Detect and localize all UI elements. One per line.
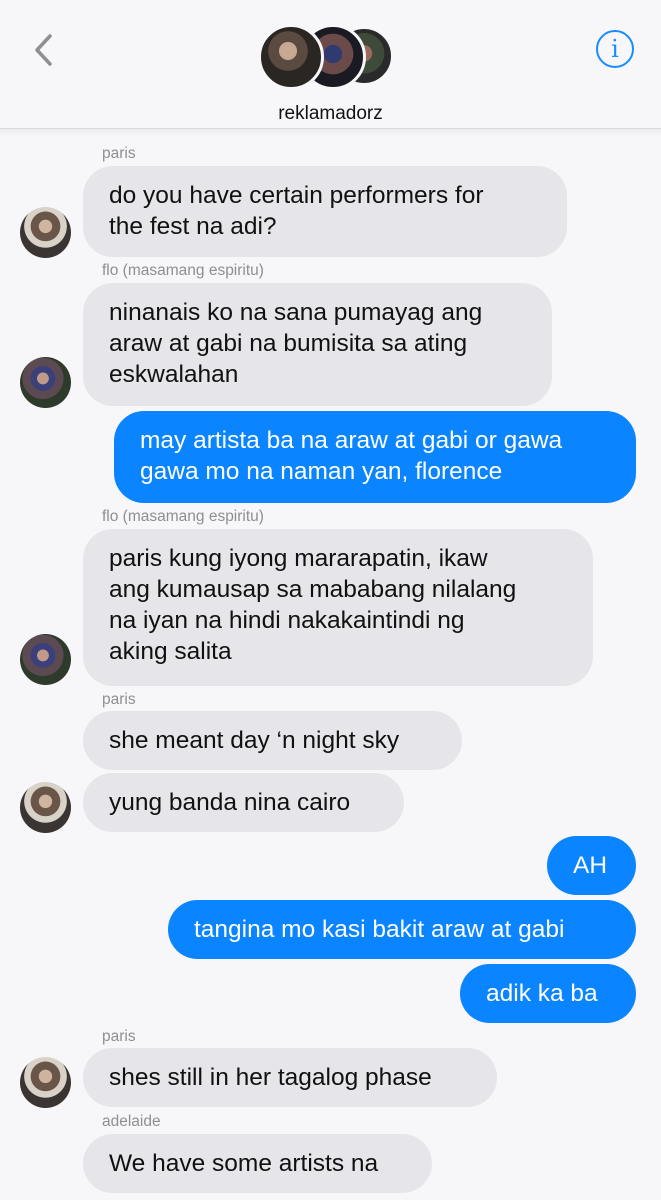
avatar[interactable] xyxy=(20,1057,71,1108)
message-text: We have some artists na xyxy=(109,1150,379,1177)
message-text: the fest na adi? xyxy=(109,213,277,240)
message-text: adik ka ba xyxy=(486,980,598,1007)
avatar xyxy=(258,24,324,90)
message-text: gawa mo na naman yan, florence xyxy=(140,458,503,485)
message-text: araw at gabi na bumisita sa ating xyxy=(109,330,468,357)
info-icon[interactable]: i xyxy=(596,30,634,68)
sender-name: paris xyxy=(102,691,136,708)
message-bubble-incoming[interactable]: paris kung iyong mararapatin, ikaw ang k… xyxy=(83,529,593,686)
message-bubble-incoming[interactable]: ninanais ko na sana pumayag ang araw at … xyxy=(83,283,552,406)
message-text: yung banda nina cairo xyxy=(109,789,351,816)
message-bubble-outgoing[interactable]: AH xyxy=(547,836,636,895)
group-name[interactable]: reklamadorz xyxy=(0,103,661,125)
sender-name: paris xyxy=(102,1028,136,1045)
message-bubble-outgoing[interactable]: tangina mo kasi bakit araw at gabi xyxy=(168,900,636,959)
message-bubble-outgoing[interactable]: may artista ba na araw at gabi or gawa g… xyxy=(114,411,636,503)
message-text: shes still in her tagalog phase xyxy=(109,1064,432,1091)
divider xyxy=(0,129,661,137)
message-text: paris kung iyong mararapatin, ikaw xyxy=(109,545,488,572)
message-bubble-outgoing[interactable]: adik ka ba xyxy=(460,964,636,1023)
message-text: eskwalahan xyxy=(109,361,239,388)
avatar[interactable] xyxy=(20,782,71,833)
sender-name: paris xyxy=(102,145,136,162)
avatar[interactable] xyxy=(20,357,71,408)
avatar[interactable] xyxy=(20,634,71,685)
message-bubble-incoming[interactable]: do you have certain performers for the f… xyxy=(83,166,567,257)
message-text: AH xyxy=(573,852,608,879)
message-text: she meant day ‘n night sky xyxy=(109,727,400,754)
chevron-left-icon[interactable] xyxy=(28,30,62,70)
message-text: ang kumausap sa mababang nilalang xyxy=(109,576,517,603)
message-bubble-incoming[interactable]: yung banda nina cairo xyxy=(83,773,404,832)
message-text: na iyan na hindi nakakaintindi ng xyxy=(109,607,465,634)
message-text: aking salita xyxy=(109,638,232,665)
message-text: do you have certain performers for xyxy=(109,182,484,209)
avatar[interactable] xyxy=(20,207,71,258)
sender-name: flo (masamang espiritu) xyxy=(102,508,264,525)
message-text: ninanais ko na sana pumayag ang xyxy=(109,299,483,326)
message-text: may artista ba na araw at gabi or gawa xyxy=(140,427,563,454)
group-avatars[interactable] xyxy=(258,24,398,94)
message-bubble-incoming[interactable]: We have some artists na xyxy=(83,1134,432,1193)
message-text: tangina mo kasi bakit araw at gabi xyxy=(194,916,565,943)
sender-name: adelaide xyxy=(102,1113,161,1130)
conversation-header: reklamadorz i xyxy=(0,0,661,129)
message-bubble-incoming[interactable]: shes still in her tagalog phase xyxy=(83,1048,497,1107)
sender-name: flo (masamang espiritu) xyxy=(102,262,264,279)
message-bubble-incoming[interactable]: she meant day ‘n night sky xyxy=(83,711,462,770)
